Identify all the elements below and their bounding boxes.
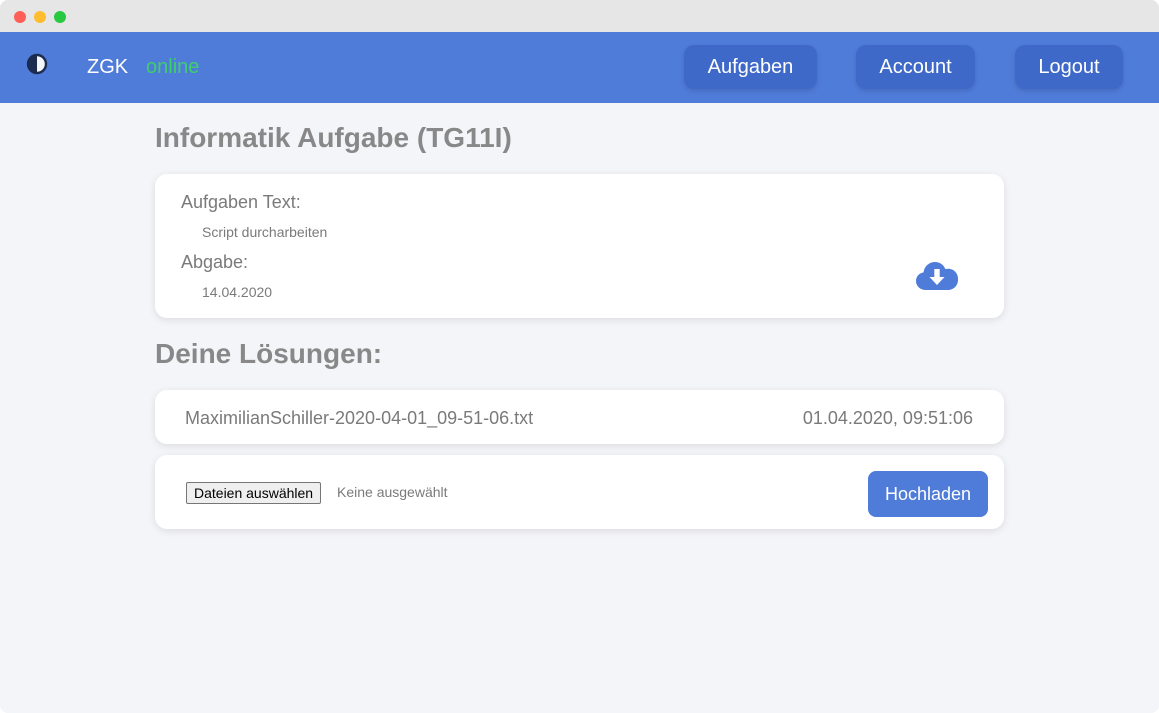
no-file-selected-text: Keine ausgewählt: [337, 484, 448, 500]
connection-status: online: [146, 56, 200, 78]
task-card: Aufgaben Text: Script durcharbeiten Abga…: [155, 174, 1004, 318]
account-button[interactable]: Account: [856, 45, 975, 89]
task-text-value: Script durcharbeiten: [202, 224, 328, 240]
due-date-value: 14.04.2020: [202, 284, 273, 300]
page-title: Informatik Aufgabe (TG11I): [155, 122, 512, 153]
logout-button[interactable]: Logout: [1015, 45, 1123, 89]
due-date-label: Abgabe:: [181, 252, 249, 272]
app-window: ZGK online Aufgaben Account Logout Infor…: [0, 0, 1159, 713]
window-titlebar: [0, 0, 1159, 32]
brand-name[interactable]: ZGK: [87, 56, 128, 78]
solutions-heading: Deine Lösungen:: [155, 338, 383, 369]
upload-button[interactable]: Hochladen: [868, 471, 988, 517]
task-text-label: Aufgaben Text:: [181, 192, 301, 212]
choose-files-button[interactable]: Dateien auswählen: [186, 482, 322, 504]
aufgaben-button[interactable]: Aufgaben: [684, 45, 817, 89]
close-window-button[interactable]: [14, 11, 26, 23]
half-circle-contrast-icon[interactable]: [26, 53, 48, 75]
top-navbar: ZGK online Aufgaben Account Logout: [0, 32, 1159, 103]
upload-card: Dateien auswählen Keine ausgewählt Hochl…: [155, 455, 1004, 529]
maximize-window-button[interactable]: [54, 11, 66, 23]
solution-timestamp: 01.04.2020, 09:51:06: [802, 408, 973, 428]
minimize-window-button[interactable]: [34, 11, 46, 23]
solution-file-name[interactable]: MaximilianSchiller-2020-04-01_09-51-06.t…: [185, 408, 533, 428]
solution-row[interactable]: MaximilianSchiller-2020-04-01_09-51-06.t…: [155, 390, 1004, 444]
cloud-download-icon[interactable]: [916, 260, 958, 292]
